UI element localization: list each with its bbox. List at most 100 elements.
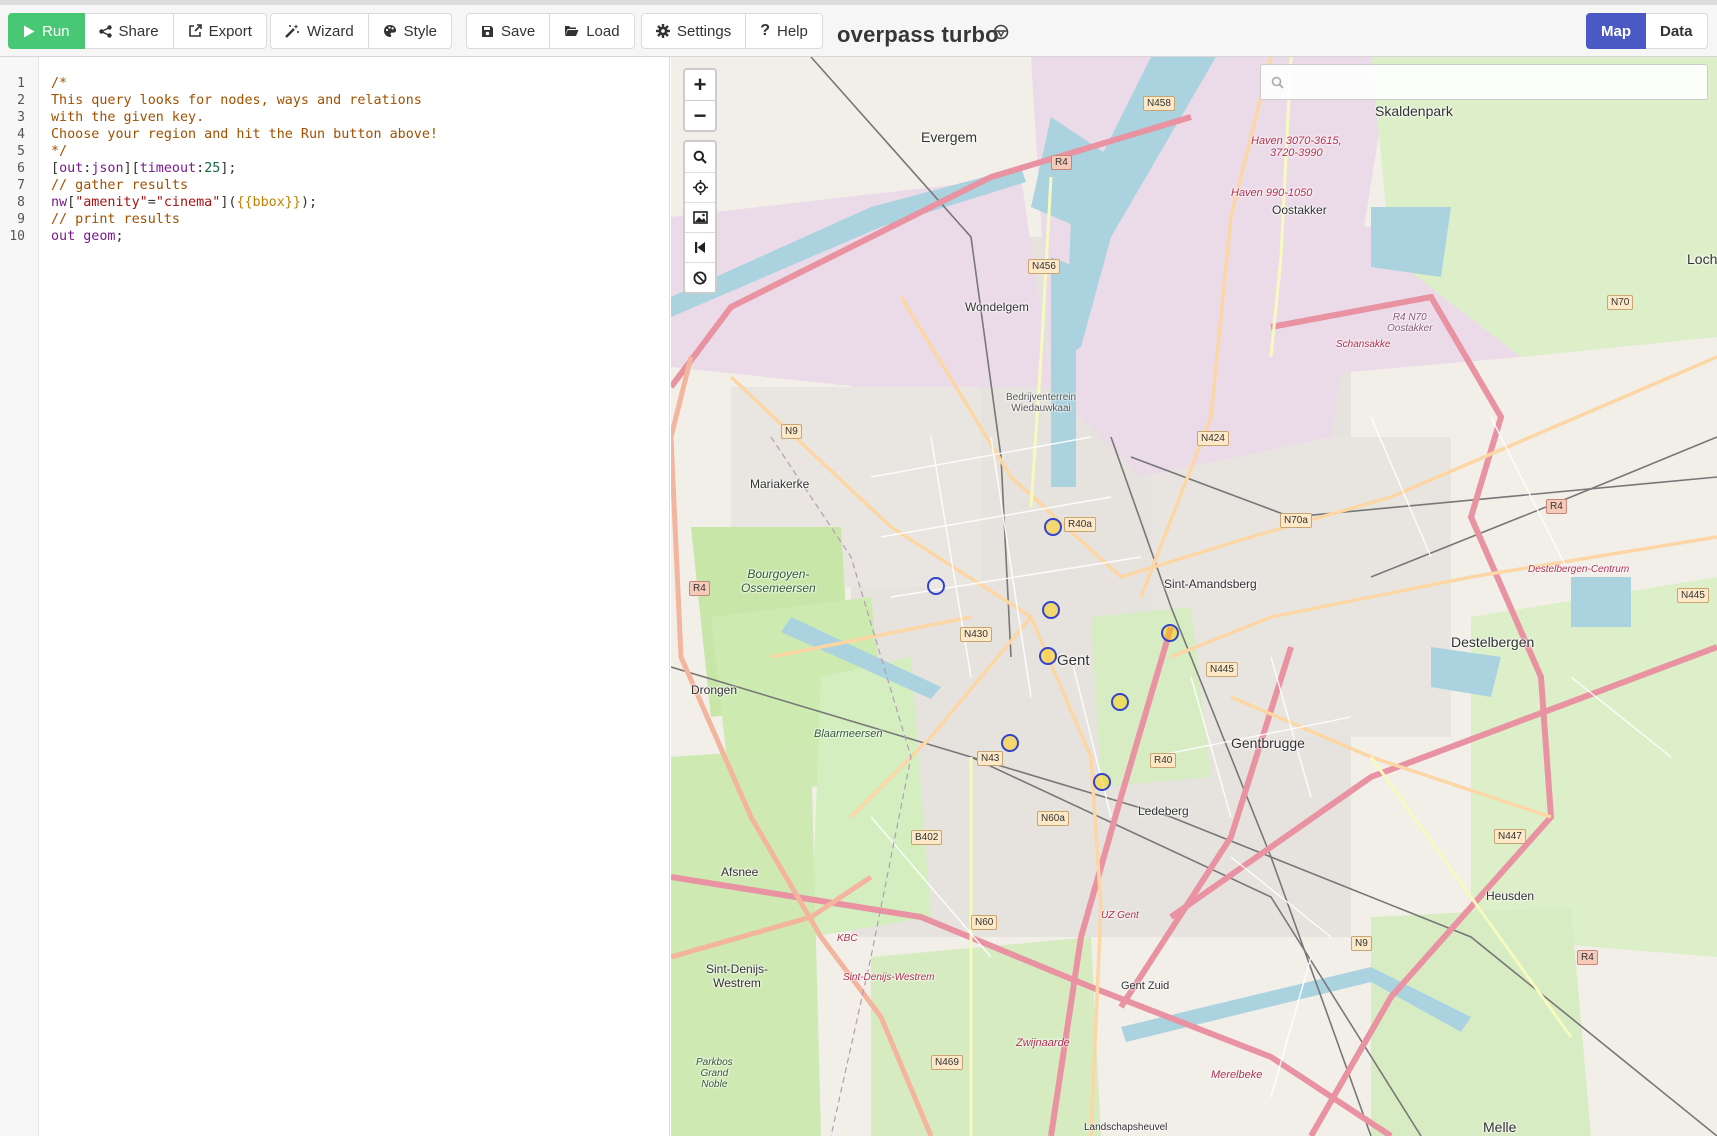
cinema-marker[interactable] [1093,773,1111,791]
style-button[interactable]: Style [368,13,453,49]
app-title: overpass turbo [837,22,999,47]
step-backward-icon [695,242,705,253]
road-label: Merelbeke [1211,1069,1263,1081]
code-line[interactable]: with the given key. [51,109,204,126]
export-image-button[interactable] [685,202,715,232]
place-label: Melle [1483,1119,1517,1135]
road-shield: N424 [1197,431,1229,446]
zoom-to-data-button[interactable] [685,232,715,262]
map-search-input[interactable] [1290,74,1700,90]
place-label: Afsnee [721,865,759,879]
export-label: Export [208,22,252,40]
data-tab-label: Data [1660,22,1693,40]
road-shield: N458 [1143,96,1175,111]
code-line[interactable]: // print results [51,211,180,228]
cinema-marker[interactable] [1042,601,1060,619]
wizard-button[interactable]: Wizard [270,13,369,49]
view-toggle: Map Data [1586,13,1708,49]
search-location-button[interactable] [685,142,715,172]
zoom-out-button[interactable]: − [685,100,715,130]
cinema-marker[interactable] [1111,693,1129,711]
road-shield: R40 [1150,753,1177,768]
question-mark-icon: ? [760,22,770,39]
share-button[interactable]: Share [84,13,174,49]
crosshair-icon [692,180,708,195]
code-line[interactable]: out geom; [51,228,124,245]
settings-label: Settings [677,22,732,40]
road-shield: R4 [1577,950,1598,965]
park-label: Parkbos Grand Noble [696,1057,733,1090]
query-editor[interactable]: 1 2 3 4 5 6 7 8 9 10 /* This query looks… [0,57,670,1136]
cinema-marker[interactable] [1039,647,1057,665]
line-number: 3 [17,110,25,125]
style-label: Style [403,22,438,40]
load-label: Load [586,22,620,40]
save-label: Save [501,22,536,40]
code-line[interactable]: /* [51,75,67,92]
cinema-marker[interactable] [927,577,945,595]
road-shield: N445 [1677,588,1709,603]
road-shield: N60 [971,915,998,930]
exit-label: UZ Gent [1101,910,1139,921]
cinema-marker[interactable] [1044,518,1062,536]
map-search-box [1260,64,1708,100]
wizard-label: Wizard [307,22,354,40]
road-label: Zwijnaarde [1016,1037,1070,1049]
cinema-marker[interactable] [1001,734,1019,752]
gear-icon [656,24,670,38]
road-shield: N70 [1607,295,1634,310]
export-icon [188,24,202,37]
place-label: Loch [1687,251,1717,267]
exit-label: R4 N70 Oostakker [1387,312,1433,334]
park-label: Blaarmeersen [814,728,883,740]
help-button[interactable]: ? Help [746,13,823,49]
road-shield: N9 [1351,936,1372,951]
run-button[interactable]: Run [8,13,85,49]
map-tab-label: Map [1601,22,1631,40]
road-shield: R4 [1051,155,1072,170]
run-label: Run [42,22,70,40]
exit-label: Sint-Denijs-Westrem [843,972,935,983]
exit-label: Destelbergen-Centrum [1528,564,1630,575]
ban-icon [693,271,707,284]
data-tab[interactable]: Data [1646,13,1708,49]
exit-label: KBC [837,933,858,944]
road-shield: N430 [960,627,992,642]
code-line[interactable]: */ [51,143,67,160]
place-label: Sint-Amandsberg [1164,577,1257,591]
code-line[interactable]: // gather results [51,177,188,194]
place-label: Gentbrugge [1231,735,1305,751]
industrial-label: Haven 3070-3615, 3720-3990 [1251,135,1342,159]
place-label: Heusden [1486,889,1535,903]
code-line[interactable]: This query looks for nodes, ways and rel… [51,92,422,109]
locate-me-button[interactable] [685,172,715,202]
share-label: Share [118,22,159,40]
map-view[interactable]: Evergem Skaldenpark Oostakker Wondelgem … [671,57,1717,1136]
zoom-control: + − [683,68,717,132]
run-group: Run Share Export [8,13,267,49]
industrial-label: Bedrijventerrein Wiedauwkaai [1006,392,1077,414]
road-shield: N60a [1037,811,1069,826]
load-button[interactable]: Load [550,13,635,49]
map-tab[interactable]: Map [1586,13,1646,49]
cinema-marker[interactable] [1161,624,1179,642]
place-label: Sint-Denijs- Westrem [706,962,769,990]
road-shield: N447 [1494,829,1526,844]
save-button[interactable]: Save [466,13,551,49]
search-icon [1271,76,1284,89]
zoom-in-button[interactable]: + [685,70,715,100]
place-label: Skaldenpark [1375,103,1453,119]
search-icon [693,150,707,164]
line-number: 5 [17,144,25,159]
settings-button[interactable]: Settings [641,13,747,49]
file-group: Save Load [466,13,635,49]
folder-open-icon [565,26,579,36]
map-tools [683,140,717,294]
code-line[interactable]: Choose your region and hit the Run butto… [51,126,438,143]
clear-data-button[interactable] [685,262,715,292]
code-line[interactable]: [out:json][timeout:25]; [51,160,236,177]
export-button[interactable]: Export [173,13,267,49]
place-label: Wondelgem [965,300,1029,314]
code-line[interactable]: nw["amenity"="cinema"]({{bbox}}); [51,194,317,211]
exit-label: Schansakke [1336,339,1391,350]
